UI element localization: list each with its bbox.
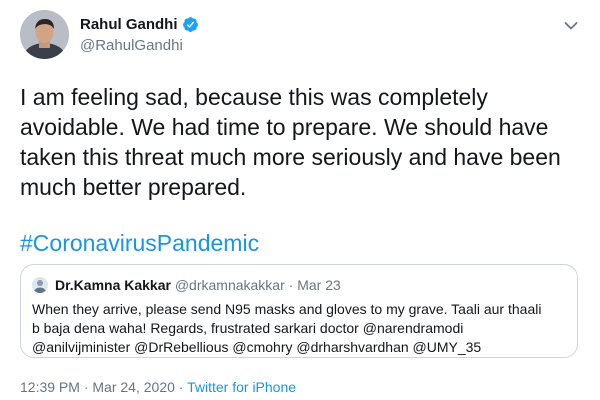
verified-badge-icon xyxy=(182,16,199,33)
tweet-date[interactable]: Mar 24, 2020 xyxy=(92,379,175,395)
meta-separator-2: · xyxy=(178,379,184,395)
tweet-text: I am feeling sad, because this was compl… xyxy=(20,84,561,200)
quoted-separator: · xyxy=(288,277,294,293)
quoted-text: When they arrive, please send N95 masks … xyxy=(32,301,542,355)
author-handle[interactable]: @RahulGandhi xyxy=(80,37,199,54)
avatar-image xyxy=(20,10,69,59)
hashtag-link[interactable]: #CoronavirusPandemic xyxy=(20,229,259,257)
quoted-author-name: Dr.Kamna Kakkar xyxy=(55,277,171,293)
tweet-source-link[interactable]: Twitter for iPhone xyxy=(187,379,296,395)
quoted-date: Mar 23 xyxy=(297,277,341,293)
tweet-meta: 12:39 PM · Mar 24, 2020 · Twitter for iP… xyxy=(20,379,296,395)
tweet-time[interactable]: 12:39 PM xyxy=(20,379,80,395)
author-name[interactable]: Rahul Gandhi xyxy=(80,16,178,33)
author-avatar[interactable] xyxy=(20,10,69,59)
quoted-header: Dr.Kamna Kakkar @drkamnakakkar · Mar 23 xyxy=(55,276,341,294)
tweet-card: Rahul Gandhi @RahulGandhi I am feeling s… xyxy=(0,0,600,400)
author-name-row: Rahul Gandhi xyxy=(80,14,199,34)
author-block: Rahul Gandhi @RahulGandhi xyxy=(80,14,199,54)
quoted-avatar-image xyxy=(32,277,48,293)
meta-separator: · xyxy=(83,379,89,395)
quoted-author-handle: @drkamnakakkar xyxy=(174,277,285,293)
chevron-down-icon[interactable] xyxy=(564,18,578,30)
quoted-author-avatar xyxy=(32,277,48,293)
quoted-tweet[interactable]: Dr.Kamna Kakkar @drkamnakakkar · Mar 23 … xyxy=(20,264,578,358)
